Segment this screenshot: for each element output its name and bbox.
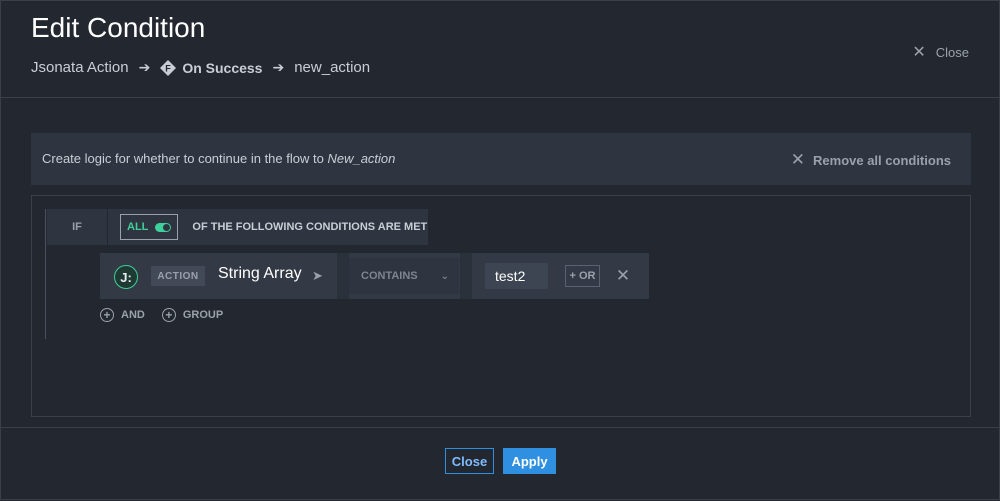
breadcrumb-trigger: F On Success bbox=[160, 59, 263, 76]
remove-condition-icon[interactable]: ✕ bbox=[612, 265, 634, 287]
close-icon: ✕ bbox=[790, 150, 806, 169]
breadcrumb-source: Jsonata Action bbox=[31, 59, 129, 76]
source-badge: ACTION bbox=[151, 266, 205, 286]
add-and-label: AND bbox=[121, 309, 145, 321]
close-button[interactable]: Close bbox=[445, 448, 494, 474]
breadcrumb: Jsonata Action ➔ F On Success ➔ new_acti… bbox=[31, 59, 370, 76]
match-mode-label: ALL bbox=[127, 221, 149, 233]
remove-all-label: Remove all conditions bbox=[813, 152, 951, 168]
svg-text:F: F bbox=[166, 63, 172, 73]
banner-text-prefix: Create logic for whether to continue in … bbox=[42, 151, 324, 166]
add-or-button[interactable]: + OR bbox=[565, 265, 600, 287]
pointer-icon: ➤ bbox=[312, 268, 323, 283]
field-selector[interactable]: String Array bbox=[218, 265, 302, 283]
add-and-button[interactable]: + AND bbox=[100, 308, 145, 322]
condition-group-header: ALL OF THE FOLLOWING CONDITIONS ARE MET bbox=[108, 209, 428, 245]
chevron-down-icon: ⌄ bbox=[440, 270, 449, 282]
modal-header: Edit Condition Jsonata Action ➔ F On Suc… bbox=[0, 0, 1000, 98]
header-close-button[interactable]: ✕ Close bbox=[912, 42, 969, 62]
arrow-right-icon: ➔ bbox=[138, 59, 151, 75]
breadcrumb-target: new_action bbox=[294, 59, 371, 76]
condition-row: J: ACTION String Array ➤ CONTAINS ⌄ test… bbox=[100, 253, 649, 299]
plus-circle-icon: + bbox=[161, 308, 176, 322]
jsonata-icon: J: bbox=[114, 265, 138, 289]
apply-button[interactable]: Apply bbox=[503, 448, 556, 474]
row-divider bbox=[337, 253, 349, 299]
match-mode-toggle[interactable]: ALL bbox=[120, 214, 179, 240]
on-success-icon: F bbox=[160, 59, 177, 76]
row-divider bbox=[460, 253, 472, 299]
modal-footer: Close Apply bbox=[0, 427, 1000, 501]
header-close-label: Close bbox=[935, 44, 969, 60]
toggle-switch-icon bbox=[155, 222, 172, 232]
add-group-button[interactable]: + GROUP bbox=[161, 308, 224, 322]
condition-builder: IF ALL OF THE FOLLOWING CONDITIONS ARE M… bbox=[31, 195, 971, 417]
page-title: Edit Condition bbox=[31, 12, 206, 43]
remove-all-conditions-button[interactable]: ✕ Remove all conditions bbox=[791, 150, 951, 170]
add-group-label: GROUP bbox=[182, 309, 224, 321]
operator-label: CONTAINS bbox=[361, 270, 418, 282]
if-bracket-line bbox=[45, 209, 46, 339]
condition-group-heading: OF THE FOLLOWING CONDITIONS ARE MET bbox=[192, 221, 428, 233]
plus-circle-icon: + bbox=[100, 308, 114, 322]
banner-text: Create logic for whether to continue in … bbox=[42, 151, 395, 166]
breadcrumb-trigger-label: On Success bbox=[182, 59, 263, 76]
arrow-right-icon: ➔ bbox=[272, 59, 285, 75]
value-input[interactable]: test2 bbox=[485, 263, 548, 289]
info-banner: Create logic for whether to continue in … bbox=[31, 133, 971, 185]
add-controls: + AND + GROUP bbox=[100, 308, 240, 322]
if-label: IF bbox=[47, 209, 107, 245]
close-icon: ✕ bbox=[912, 44, 926, 61]
banner-target-name: New_action bbox=[327, 151, 396, 166]
operator-select[interactable]: CONTAINS ⌄ bbox=[349, 258, 459, 294]
